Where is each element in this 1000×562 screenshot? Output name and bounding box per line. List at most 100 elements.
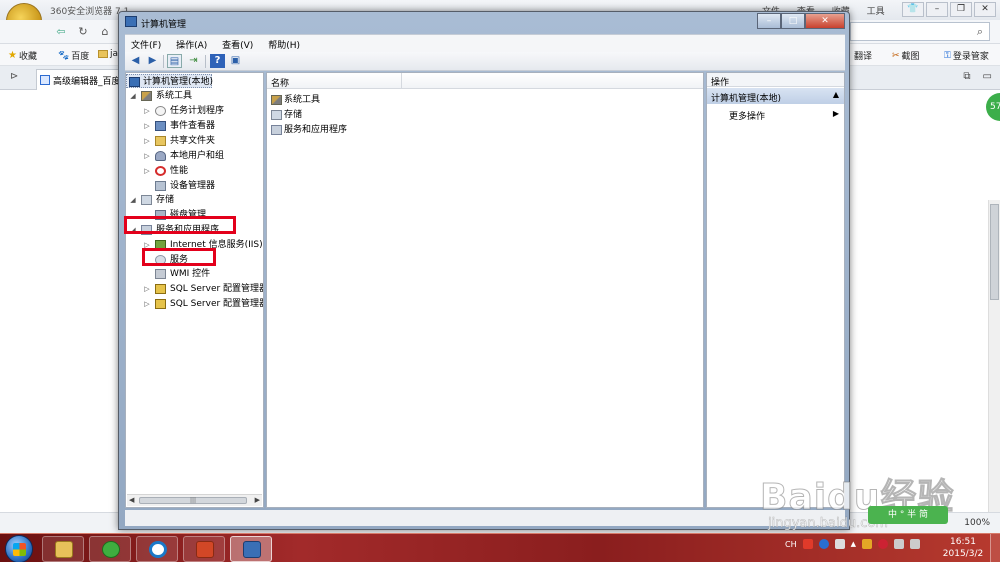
ime-status-bar[interactable]: 中 ° 半 简 [868,506,948,524]
tree-item-label: 设备管理器 [170,181,216,191]
help-icon[interactable] [818,539,829,549]
taskbar-360-browser[interactable] [89,536,131,562]
expand-arrow-icon[interactable]: ▷ [143,104,151,118]
refresh-icon[interactable]: ↻ [74,23,92,40]
browser-skin-icon[interactable]: 👕 [902,2,924,17]
collapse-up-icon[interactable]: ▲ [833,90,839,99]
browser-menu-tools[interactable]: 工具 [867,7,885,17]
start-button[interactable] [5,535,33,562]
bookmark-label: 翻译 [854,52,873,62]
window-title: 计算机管理 [141,20,187,30]
flag-icon[interactable] [862,539,872,549]
scroll-left-arrow-icon[interactable]: ◀ [129,496,134,504]
disk-icon [155,210,166,220]
tree-item-label: 服务和应用程序 [156,225,220,235]
expand-arrow-icon[interactable]: ▷ [143,149,151,163]
taskbar-clock[interactable]: 16:51 2015/3/2 [940,536,986,560]
maximize-button[interactable]: □ [781,13,805,29]
bookmark-label: ja [110,49,119,59]
column-divider[interactable] [401,73,402,89]
actions-pane: 操作 计算机管理(本地) ▲ 更多操作 ▶ [706,72,845,508]
browser-close-button[interactable]: ✕ [974,2,996,17]
computer-management-icon [243,541,261,558]
console-tree: 计算机管理(本地) ◢ 系统工具 ▷ 任务计划程序 ▷ 事件查看器 ▷ 共享文件… [125,72,264,508]
browser-scroll-thumb[interactable] [990,204,999,300]
more-actions-link[interactable]: 更多操作 [729,109,765,122]
window-titlebar[interactable]: 计算机管理 – □ ✕ [119,12,849,34]
browser-maximize-button[interactable]: ❐ [950,2,972,17]
tree-item-label: 性能 [170,166,189,176]
expand-arrow-icon[interactable]: ▷ [143,164,151,178]
security-icon[interactable] [878,539,888,549]
tree-item-root[interactable]: 计算机管理(本地) [126,74,214,88]
collapse-arrow-icon[interactable]: ◢ [129,193,137,207]
restore-tab-icon[interactable]: ⧉ [963,71,970,82]
actions-section-label: 计算机管理(本地) [711,94,782,104]
action-pane-icon[interactable]: ▣ [228,54,243,68]
close-button[interactable]: ✕ [805,13,845,29]
tree-horizontal-scrollbar[interactable]: ◀ ||| ▶ [127,494,262,506]
scissors-icon: ✂ [892,50,900,61]
bookmark-translate[interactable]: 翻译 [854,49,872,62]
menu-help[interactable]: 帮助(H) [262,35,306,51]
menu-action[interactable]: 操作(A) [170,35,213,51]
home-icon[interactable]: ⌂ [96,23,114,40]
bookmark-baidu[interactable]: 🐾 百度 [58,49,89,63]
show-tree-icon[interactable]: ▤ [167,54,182,68]
help-icon[interactable]: ? [210,54,225,68]
menu-file[interactable]: 文件(F) [125,35,167,51]
tray-expand-icon[interactable]: ▲ [851,540,856,548]
computer-management-icon [125,16,137,27]
tree-item-label: 服务 [170,255,189,265]
language-indicator[interactable]: CH [785,540,797,549]
sidebar-toggle-icon[interactable]: ⊳ [10,71,18,82]
browser-scrollbar[interactable] [988,200,1000,520]
bookmark-screenshot[interactable]: ✂ 截图 [892,49,920,63]
collapse-arrow-icon[interactable]: ◢ [129,223,137,237]
network-icon[interactable] [894,539,904,549]
sogou-ime-icon[interactable] [802,539,813,549]
computer-management-window: 计算机管理 – □ ✕ 文件(F) 操作(A) 查看(V) 帮助(H) ◀ ▶ … [118,11,850,530]
tree-item-label: 事件查看器 [170,121,216,131]
taskbar-explorer[interactable] [42,536,84,562]
tree-item-label: 本地用户和组 [170,151,225,161]
bookmark-login-manager[interactable]: ⚿ 登录管家 [944,49,989,63]
taskbar-powerpoint[interactable] [183,536,225,562]
tree-scroll-thumb[interactable]: ||| [139,497,247,504]
actions-section[interactable]: 计算机管理(本地) ▲ [707,88,844,104]
browser-minimize-button[interactable]: – [926,2,948,17]
forward-arrow-icon[interactable]: ▶ [145,54,160,68]
collapse-arrow-icon[interactable]: ◢ [129,89,137,103]
search-icon[interactable]: ⌕ [977,25,983,39]
clock-date: 2015/3/2 [942,549,984,559]
export-list-icon[interactable]: ⇥ [186,54,201,68]
sql-server-icon [155,284,166,294]
minimize-button[interactable]: – [757,13,781,29]
folder-icon [98,50,108,58]
expand-arrow-icon[interactable]: ▷ [143,134,151,148]
wmi-icon [155,269,166,279]
taskbar-app-circle[interactable] [136,536,178,562]
expand-arrow-icon[interactable]: ▷ [143,297,151,311]
tree-item-label: 计算机管理(本地) [143,77,214,87]
show-desktop-button[interactable] [990,534,1000,562]
bookmark-folder[interactable]: ja [98,49,118,59]
zoom-level[interactable]: 100% [964,518,990,528]
tree-item-label: Internet 信息服务(IIS)管 [170,240,264,250]
expand-arrow-icon[interactable]: ▷ [143,119,151,133]
expand-arrow-icon[interactable]: ▷ [143,238,151,252]
tools-icon[interactable] [834,539,845,549]
tab-menu-icon[interactable]: ▭ [983,71,992,82]
menu-view[interactable]: 查看(V) [216,35,259,51]
bookmark-favorites[interactable]: ★ 收藏 [8,49,37,62]
browser-search-input[interactable]: ⌕ [850,22,990,41]
back-arrow-icon[interactable]: ⇦ [52,23,70,40]
system-tray: CH ▲ [785,539,920,549]
column-header-name[interactable]: 名称 [271,76,289,89]
taskbar-computer-management[interactable] [230,536,272,562]
back-arrow-icon[interactable]: ◀ [128,54,143,68]
volume-icon[interactable] [910,539,920,549]
float-badge[interactable]: 57 [986,93,1000,121]
scroll-right-arrow-icon[interactable]: ▶ [255,496,260,504]
expand-arrow-icon[interactable]: ▷ [143,282,151,296]
